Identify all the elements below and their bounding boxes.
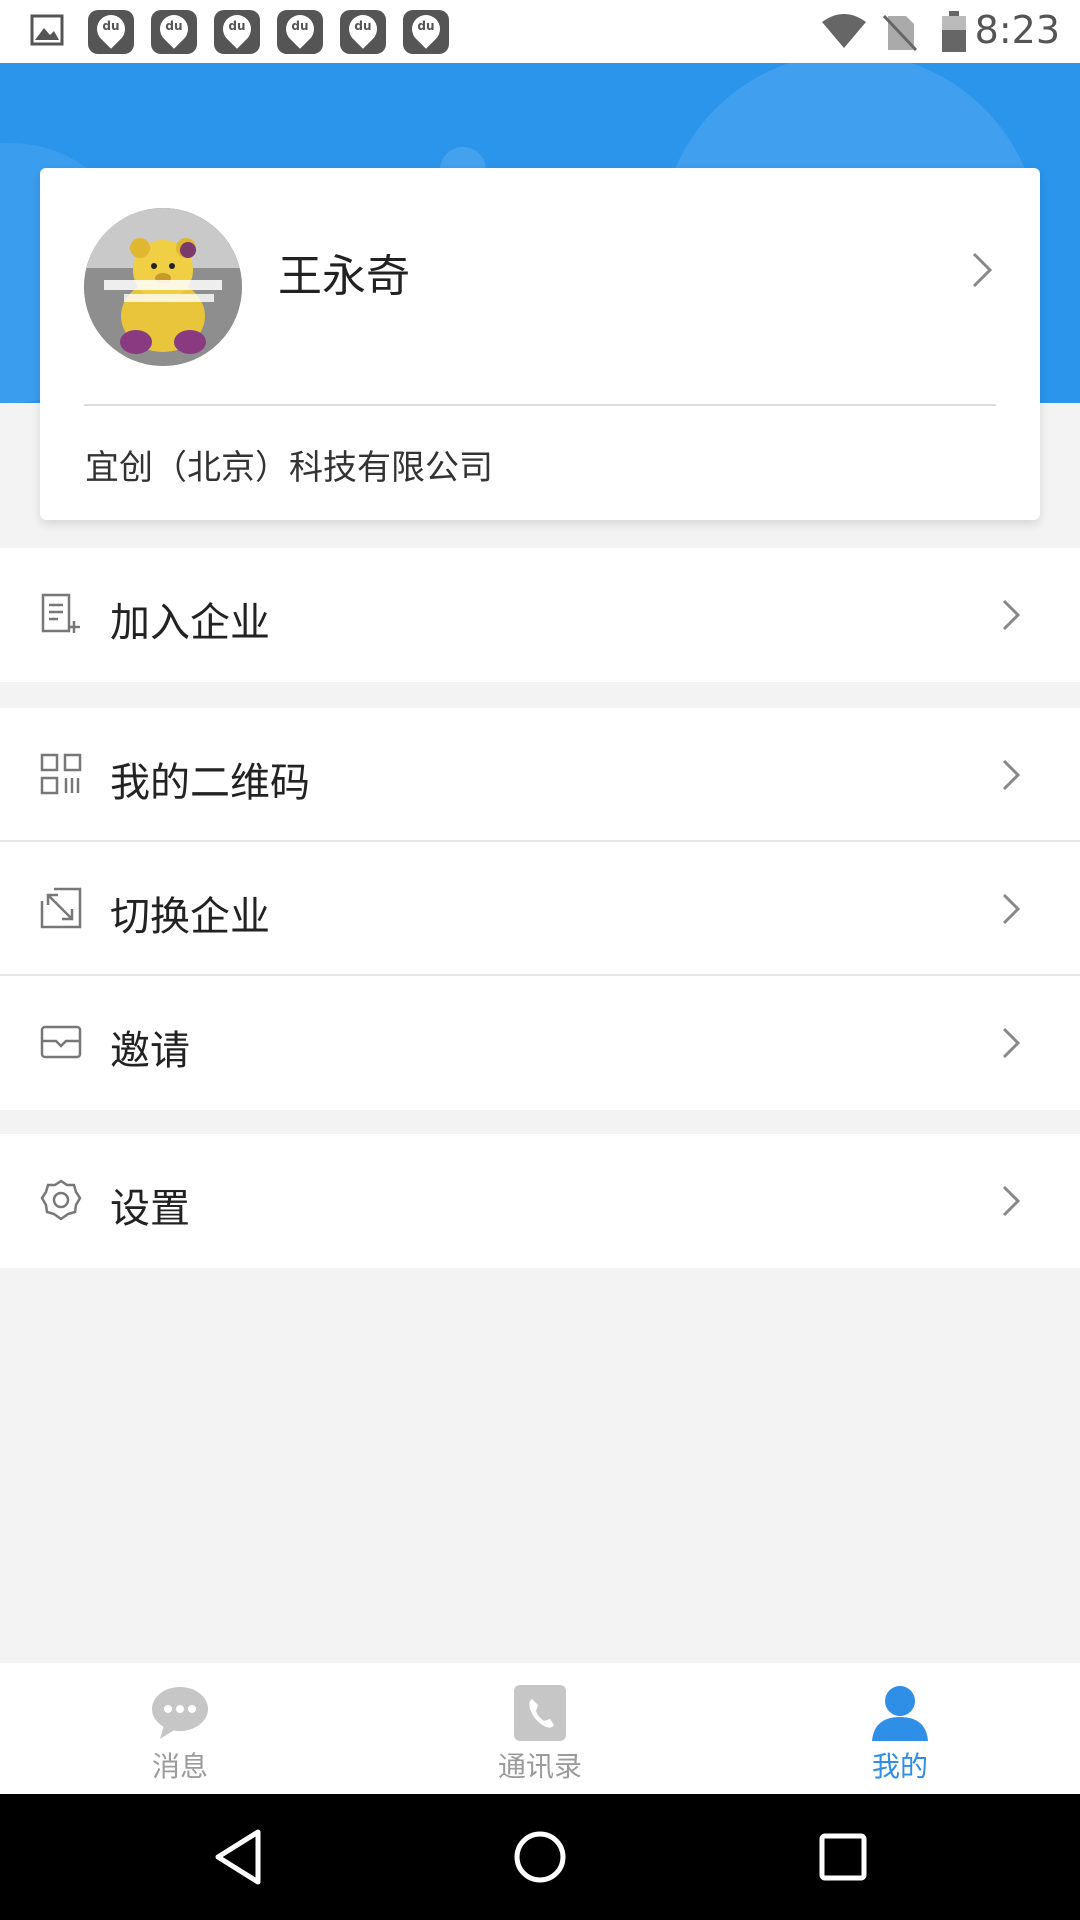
phone-book-icon xyxy=(510,1683,570,1743)
menu-group-join: 加入企业 xyxy=(0,548,1080,682)
settings-label: 设置 xyxy=(110,1186,190,1232)
chat-bubble-icon xyxy=(150,1683,210,1743)
divider xyxy=(84,404,996,406)
chevron-right-icon xyxy=(1000,891,1022,931)
avatar[interactable] xyxy=(84,208,242,366)
system-navigation-bar xyxy=(0,1794,1080,1920)
du-icon: du xyxy=(214,9,260,54)
profile-card[interactable]: 王永奇 宜创（北京）科技有限公司 xyxy=(40,168,1040,520)
wifi-icon xyxy=(820,12,868,54)
chevron-right-icon xyxy=(1000,757,1022,797)
du-icon: du xyxy=(403,9,449,54)
document-add-icon xyxy=(40,593,82,635)
tab-mine-label: 我的 xyxy=(871,1750,928,1783)
chevron-right-icon[interactable] xyxy=(968,250,996,294)
invite-item[interactable]: 邀请 xyxy=(0,976,1080,1110)
switch-icon xyxy=(40,887,82,929)
menu-group-main: 我的二维码 切换企业 邀请 xyxy=(0,708,1080,1110)
status-bar: du du du du du du 8:23 xyxy=(0,0,1080,63)
switch-enterprise-item[interactable]: 切换企业 xyxy=(0,842,1080,976)
tab-contacts[interactable]: 通讯录 xyxy=(360,1663,720,1794)
my-qrcode-item[interactable]: 我的二维码 xyxy=(0,708,1080,842)
settings-item[interactable]: 设置 xyxy=(0,1134,1080,1268)
chevron-right-icon xyxy=(1000,1025,1022,1065)
qrcode-icon xyxy=(40,753,82,795)
gear-icon xyxy=(40,1179,82,1221)
tab-mine[interactable]: 我的 xyxy=(720,1663,1080,1794)
clock: 8:23 xyxy=(974,8,1060,52)
company-name: 宜创（北京）科技有限公司 xyxy=(85,448,493,488)
join-enterprise-item[interactable]: 加入企业 xyxy=(0,548,1080,682)
switch-enterprise-label: 切换企业 xyxy=(110,894,270,940)
profile-name: 王永奇 xyxy=(278,251,410,302)
invite-label: 邀请 xyxy=(110,1028,190,1074)
du-icon: du xyxy=(340,9,386,54)
menu-group-settings: 设置 xyxy=(0,1134,1080,1268)
chevron-right-icon xyxy=(1000,597,1022,637)
bottom-tab-bar: 消息 通讯录 我的 xyxy=(0,1663,1080,1794)
du-icon: du xyxy=(277,9,323,54)
battery-icon xyxy=(940,10,968,58)
no-sim-icon xyxy=(882,12,918,56)
tab-messages[interactable]: 消息 xyxy=(0,1663,360,1794)
my-qrcode-label: 我的二维码 xyxy=(110,760,310,806)
recents-icon[interactable] xyxy=(810,1824,876,1890)
tab-contacts-label: 通讯录 xyxy=(497,1750,582,1783)
back-icon[interactable] xyxy=(206,1824,272,1890)
image-icon xyxy=(30,14,64,50)
person-icon xyxy=(870,1683,930,1743)
chevron-right-icon xyxy=(1000,1183,1022,1223)
du-icon: du xyxy=(88,9,134,54)
mail-icon xyxy=(40,1021,82,1063)
du-icon: du xyxy=(151,9,197,54)
join-enterprise-label: 加入企业 xyxy=(110,600,270,646)
home-icon[interactable] xyxy=(507,1824,573,1890)
tab-messages-label: 消息 xyxy=(151,1750,208,1783)
